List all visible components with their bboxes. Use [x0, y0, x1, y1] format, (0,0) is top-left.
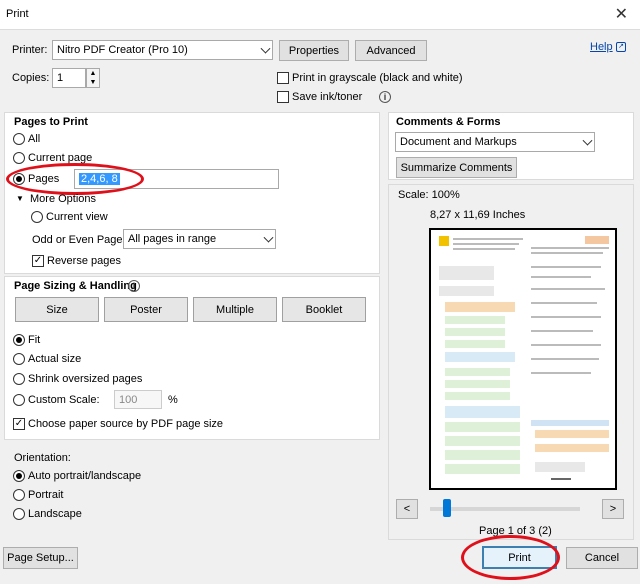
spin-up-icon[interactable]: ▲ — [87, 69, 99, 78]
printer-value: Nitro PDF Creator (Pro 10) — [57, 44, 188, 56]
orientation-heading: Orientation: — [14, 452, 71, 464]
all-label: All — [28, 133, 41, 145]
comments-heading: Comments & Forms — [396, 116, 501, 128]
window-title: Print — [6, 8, 29, 20]
reverse-pages-label: Reverse pages — [47, 255, 121, 267]
chevron-down-icon — [582, 135, 593, 146]
logo-mark — [439, 236, 449, 246]
current-page-radio[interactable] — [13, 152, 25, 164]
printer-select[interactable]: Nitro PDF Creator (Pro 10) — [52, 40, 273, 60]
current-view-radio[interactable] — [31, 211, 43, 223]
chevron-down-icon — [263, 232, 274, 243]
booklet-button[interactable]: Booklet — [282, 297, 366, 322]
actual-size-radio[interactable] — [13, 353, 25, 365]
fit-label: Fit — [28, 334, 41, 346]
landscape-label: Landscape — [28, 508, 82, 520]
save-ink-label: Save ink/toner — [292, 91, 363, 103]
multiple-button[interactable]: Multiple — [193, 297, 277, 322]
custom-scale-label: Custom Scale: — [28, 394, 100, 406]
reverse-pages-checkbox[interactable] — [32, 255, 44, 267]
copies-spinner[interactable]: ▲ ▼ — [86, 68, 100, 88]
next-page-button[interactable]: > — [602, 499, 624, 519]
odd-even-label: Odd or Even Pages: — [32, 234, 132, 246]
title-bar: Print ✕ — [0, 0, 640, 30]
properties-button[interactable]: Properties — [279, 40, 349, 61]
printer-label: Printer: — [12, 44, 48, 56]
custom-scale-value: 100 — [119, 393, 138, 406]
help-link[interactable]: Help — [590, 41, 613, 53]
advanced-button[interactable]: Advanced — [355, 40, 427, 61]
expand-triangle-icon[interactable]: ▼ — [16, 194, 24, 203]
page-sizing-heading: Page Sizing & Handling — [14, 280, 137, 292]
choose-source-checkbox[interactable] — [13, 418, 25, 430]
percent-label: % — [168, 394, 178, 406]
copies-label: Copies: — [12, 72, 50, 84]
portrait-label: Portrait — [28, 489, 64, 501]
size-button[interactable]: Size — [15, 297, 99, 322]
summarize-comments-button[interactable]: Summarize Comments — [396, 157, 517, 178]
page-slider-thumb[interactable] — [443, 499, 451, 517]
auto-orientation-label: Auto portrait/landscape — [28, 470, 142, 482]
choose-source-label: Choose paper source by PDF page size — [28, 418, 224, 430]
more-options-label[interactable]: More Options — [30, 193, 96, 205]
info-icon[interactable]: i — [379, 91, 391, 103]
copies-value: 1 — [57, 72, 64, 84]
shrink-radio[interactable] — [13, 373, 25, 385]
page-preview — [429, 228, 617, 490]
grayscale-label: Print in grayscale (black and white) — [292, 72, 463, 84]
pages-radio[interactable] — [13, 173, 25, 185]
odd-even-value: All pages in range — [128, 233, 217, 245]
dimensions-label: 8,27 x 11,69 Inches — [430, 209, 526, 221]
pages-label: Pages — [28, 173, 60, 185]
page-slider-track[interactable] — [430, 507, 580, 511]
current-page-label: Current page — [28, 152, 93, 164]
custom-scale-input[interactable]: 100 — [114, 390, 162, 409]
pages-range-input[interactable]: 2,4,6, 8 — [74, 169, 279, 189]
grayscale-checkbox[interactable] — [277, 72, 289, 84]
comments-select[interactable]: Document and Markups — [395, 132, 595, 152]
current-view-label: Current view — [46, 211, 108, 223]
prev-page-button[interactable]: < — [396, 499, 418, 519]
save-ink-checkbox[interactable] — [277, 91, 289, 103]
fit-radio[interactable] — [13, 334, 25, 346]
copies-input[interactable]: 1 — [52, 68, 86, 88]
cancel-button[interactable]: Cancel — [566, 547, 638, 569]
spin-down-icon[interactable]: ▼ — [87, 78, 99, 87]
custom-scale-radio[interactable] — [13, 394, 25, 406]
scale-label: Scale: 100% — [398, 189, 460, 201]
external-link-icon[interactable]: ↗ — [616, 42, 626, 52]
all-radio[interactable] — [13, 133, 25, 145]
close-icon[interactable]: ✕ — [615, 4, 628, 24]
odd-even-select[interactable]: All pages in range — [123, 229, 276, 249]
auto-orientation-radio[interactable] — [13, 470, 25, 482]
info-icon[interactable]: i — [128, 280, 140, 292]
poster-button[interactable]: Poster — [104, 297, 188, 322]
comments-value: Document and Markups — [400, 136, 517, 148]
pages-to-print-heading: Pages to Print — [14, 116, 88, 128]
page-setup-button[interactable]: Page Setup... — [3, 547, 78, 569]
pages-range-value: 2,4,6, 8 — [79, 173, 120, 185]
shrink-label: Shrink oversized pages — [28, 373, 143, 385]
chevron-down-icon — [260, 43, 271, 54]
page-indicator: Page 1 of 3 (2) — [479, 525, 552, 537]
landscape-radio[interactable] — [13, 508, 25, 520]
portrait-radio[interactable] — [13, 489, 25, 501]
print-button[interactable]: Print — [482, 546, 557, 569]
actual-size-label: Actual size — [28, 353, 82, 365]
